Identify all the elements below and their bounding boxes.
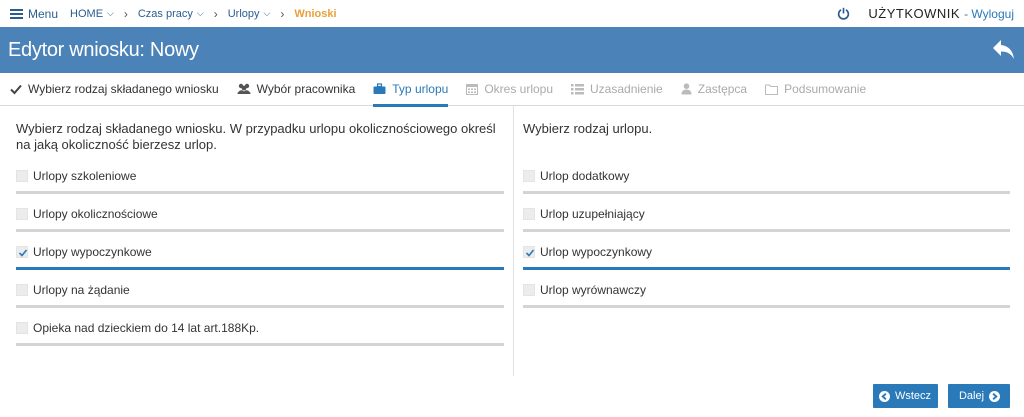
- tab-label: Wybór pracownika: [256, 82, 356, 96]
- checkbox[interactable]: [523, 284, 535, 296]
- top-navigation: Menu HOME ⌵ › Czas pracy ⌵ › Urlopy ⌵ › Wni…: [0, 0, 1024, 27]
- breadcrumb-urlopy[interactable]: Urlopy ⌵: [228, 8, 271, 20]
- breadcrumb: HOME ⌵ › Czas pracy ⌵ › Urlopy ⌵ › Wnioski: [70, 7, 336, 21]
- option-label: Opieka nad dzieckiem do 14 lat art.188Kp…: [33, 321, 260, 335]
- back-button[interactable]: Wstecz: [873, 384, 938, 408]
- tab-podsumowanie[interactable]: Podsumowanie: [765, 73, 866, 106]
- option-opieka-nad-dzieckiem[interactable]: Opieka nad dzieckiem do 14 lat art.188Kp…: [16, 316, 504, 346]
- option-urlop-uzupelniajacy[interactable]: Urlop uzupełniający: [523, 202, 1010, 232]
- check-icon: [525, 249, 535, 257]
- checkbox-checked[interactable]: [16, 246, 28, 258]
- checkbox[interactable]: [523, 208, 535, 220]
- option-urlopy-na-zadanie[interactable]: Urlopy na żądanie: [16, 278, 504, 308]
- tab-okres-urlopu[interactable]: Okres urlopu: [466, 73, 553, 106]
- check-icon: [10, 84, 22, 95]
- option-urlopy-okolicznosciowe[interactable]: Urlopy okolicznościowe: [16, 202, 504, 232]
- tab-label: Okres urlopu: [484, 82, 554, 96]
- calendar-icon: [466, 84, 479, 95]
- request-type-panel: Wybierz rodzaj składanego wniosku. W prz…: [0, 106, 514, 376]
- option-urlopy-szkoleniowe[interactable]: Urlopy szkoleniowe: [16, 164, 504, 194]
- logout-link[interactable]: - Wyloguj: [964, 7, 1014, 21]
- chevron-right-icon: ›: [280, 6, 285, 21]
- briefcase-icon: [373, 83, 386, 94]
- option-label: Urlop wyrównawczy: [540, 283, 647, 297]
- check-icon: [18, 249, 28, 257]
- chevron-down-icon: ⌵: [196, 8, 204, 18]
- checkbox[interactable]: [16, 284, 28, 296]
- checkbox[interactable]: [16, 170, 28, 182]
- option-label: Urlop dodatkowy: [540, 169, 630, 183]
- tab-typ-urlopu[interactable]: Typ urlopu: [373, 73, 449, 107]
- user-area: UŻYTKOWNIK - Wyloguj: [837, 0, 1014, 27]
- breadcrumb-home[interactable]: HOME ⌵: [70, 8, 114, 20]
- checkbox[interactable]: [523, 170, 535, 182]
- reply-all-icon[interactable]: [992, 38, 1016, 60]
- users-icon: [237, 83, 251, 94]
- breadcrumb-label: Czas pracy: [137, 7, 193, 20]
- option-label: Urlopy okolicznościowe: [33, 207, 158, 221]
- hamburger-icon: [10, 8, 23, 19]
- option-urlop-wyrownawczy[interactable]: Urlop wyrównawczy: [523, 278, 1010, 308]
- tab-label: Uzasadnienie: [590, 82, 663, 96]
- breadcrumb-label: Wnioski: [294, 7, 337, 20]
- breadcrumb-czas-pracy[interactable]: Czas pracy ⌵: [138, 8, 204, 20]
- option-label: Urlop uzupełniający: [540, 207, 645, 221]
- chevron-right-icon: ›: [123, 6, 128, 21]
- tab-wybor-pracownika[interactable]: Wybór pracownika: [237, 73, 356, 106]
- option-urlopy-wypoczynkowe[interactable]: Urlopy wypoczynkowe: [16, 240, 504, 270]
- breadcrumb-label: HOME: [70, 7, 104, 20]
- breadcrumb-label: Urlopy: [227, 7, 260, 20]
- next-button-label: Dalej: [958, 390, 985, 402]
- tab-label: Podsumowanie: [784, 82, 867, 96]
- arrow-circle-right-icon: [989, 390, 1001, 402]
- power-icon[interactable]: [837, 7, 850, 20]
- tab-label: Typ urlopu: [392, 82, 449, 96]
- wizard-tabs: Wybierz rodzaj składanego wniosku Wybór …: [0, 73, 1024, 107]
- folder-icon: [765, 84, 779, 95]
- option-urlop-dodatkowy[interactable]: Urlop dodatkowy: [523, 164, 1010, 194]
- tab-uzasadnienie[interactable]: Uzasadnienie: [571, 73, 663, 106]
- tab-label: Zastępca: [697, 82, 748, 96]
- user-icon: [681, 83, 692, 95]
- checkbox[interactable]: [16, 208, 28, 220]
- instruction-text: Wybierz rodzaj składanego wniosku. W prz…: [16, 121, 496, 152]
- chevron-right-icon: ›: [213, 6, 218, 21]
- breadcrumb-wnioski[interactable]: Wnioski: [294, 8, 336, 20]
- option-label: Urlop wypoczynkowy: [540, 245, 653, 259]
- tab-label: Wybierz rodzaj składanego wniosku: [28, 82, 219, 96]
- checkbox[interactable]: [16, 322, 28, 334]
- option-label: Urlopy na żądanie: [33, 283, 130, 297]
- option-urlop-wypoczynkowy[interactable]: Urlop wypoczynkowy: [523, 240, 1010, 270]
- tab-rodzaj-wniosku[interactable]: Wybierz rodzaj składanego wniosku: [10, 73, 219, 106]
- instruction-text: Wybierz rodzaj urlopu.: [523, 121, 653, 136]
- chevron-down-icon: ⌵: [263, 8, 271, 18]
- option-label: Urlopy wypoczynkowe: [33, 245, 152, 259]
- username: UŻYTKOWNIK: [868, 6, 961, 21]
- checkbox-checked[interactable]: [523, 246, 535, 258]
- page-title: Edytor wniosku: Nowy: [8, 38, 199, 61]
- next-button[interactable]: Dalej: [948, 384, 1010, 408]
- option-label: Urlopy szkoleniowe: [33, 169, 137, 183]
- back-button-label: Wstecz: [894, 390, 932, 402]
- leave-type-panel: Wybierz rodzaj urlopu. Urlop dodatkowy U…: [514, 106, 1024, 376]
- tab-zastepca[interactable]: Zastępca: [681, 73, 747, 106]
- menu-button[interactable]: Menu: [10, 7, 58, 21]
- menu-label: Menu: [28, 6, 59, 21]
- arrow-circle-left-icon: [878, 390, 890, 402]
- list-icon: [571, 83, 585, 94]
- page-header: Edytor wniosku: Nowy: [0, 27, 1024, 73]
- chevron-down-icon: ⌵: [107, 8, 114, 18]
